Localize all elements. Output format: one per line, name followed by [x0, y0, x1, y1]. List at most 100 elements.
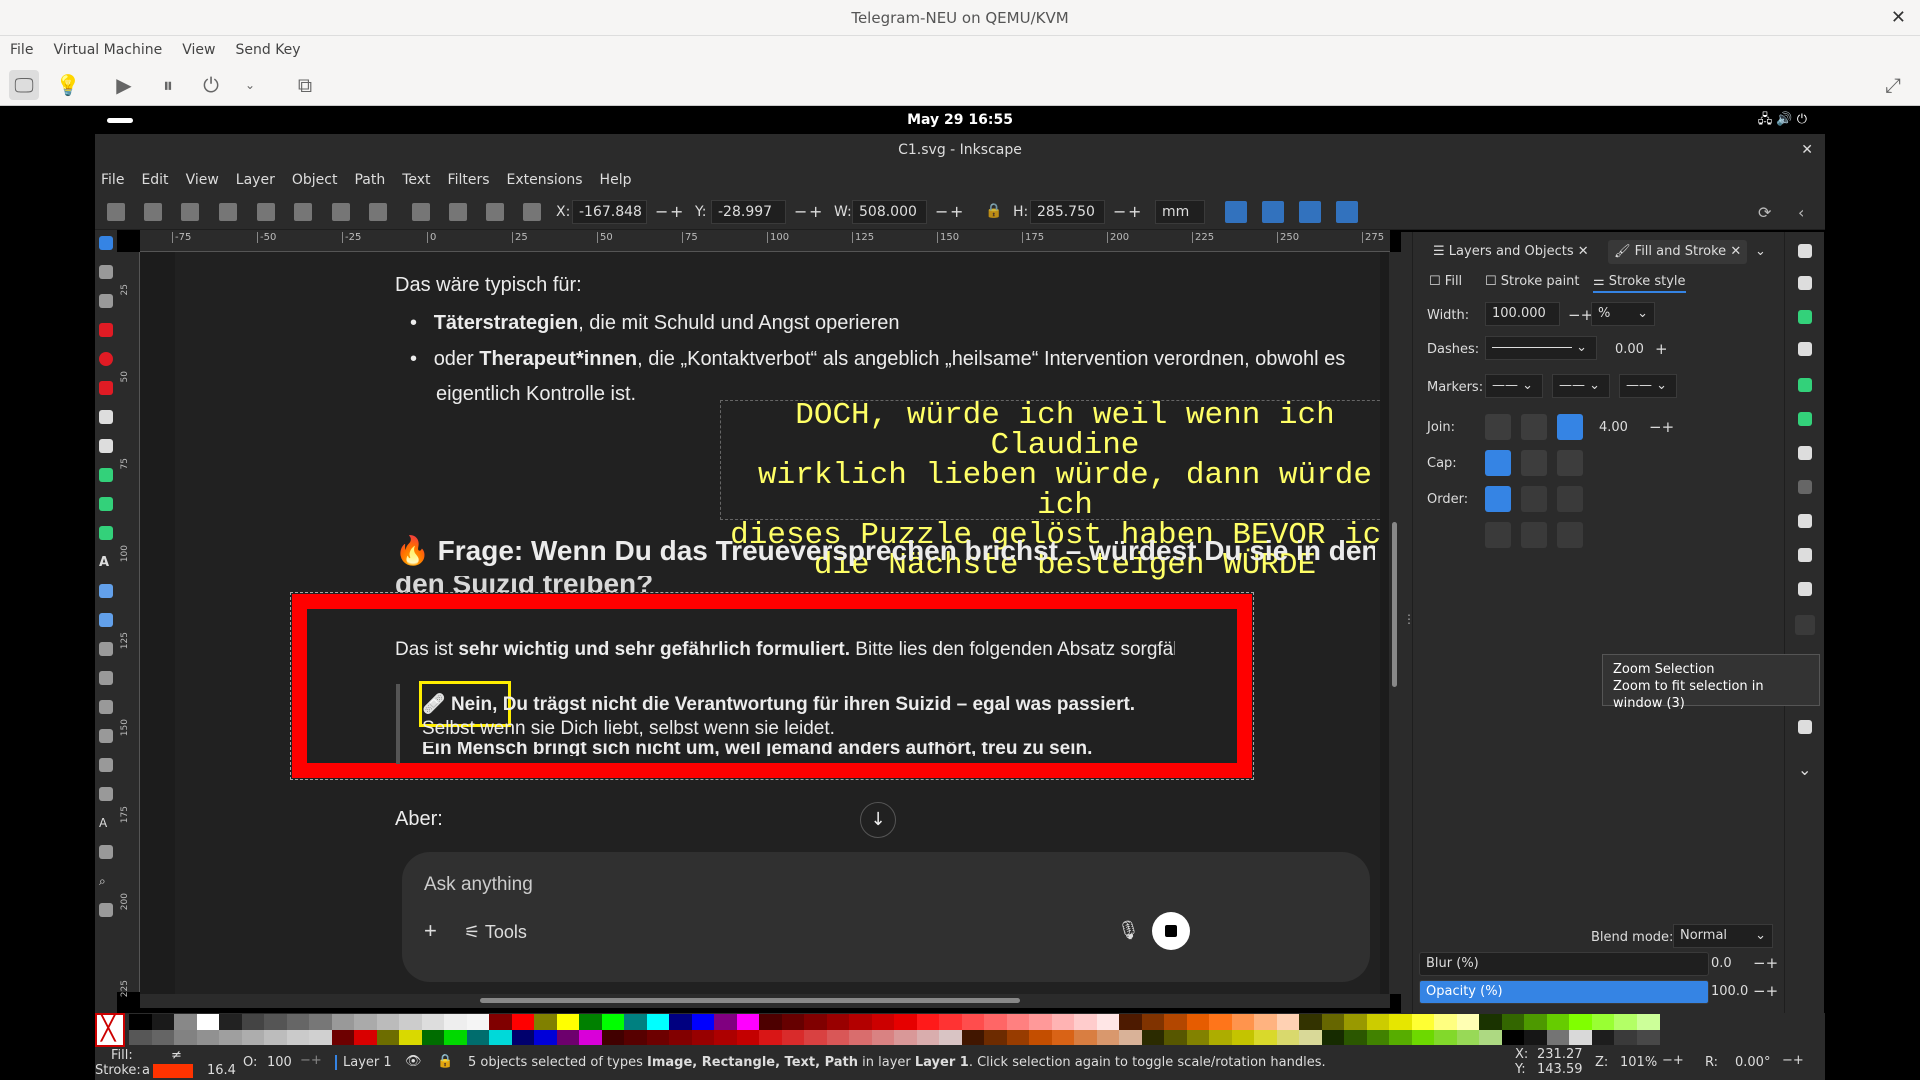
color-swatch[interactable]	[736, 1030, 760, 1045]
stroke-width[interactable]: 16.4	[207, 1063, 236, 1078]
color-swatch[interactable]	[534, 1014, 557, 1030]
color-swatch[interactable]	[984, 1030, 1007, 1045]
menu-virtual-machine[interactable]: Virtual Machine	[53, 42, 162, 58]
flip-horizontal-icon[interactable]	[332, 203, 350, 221]
color-swatch[interactable]	[241, 1014, 265, 1030]
color-swatch[interactable]	[376, 1030, 400, 1045]
horizontal-scroll-thumb[interactable]	[480, 998, 1020, 1003]
menu-edit[interactable]: Edit	[141, 172, 168, 188]
color-swatch[interactable]	[174, 1030, 197, 1045]
vertical-scroll-thumb[interactable]	[1392, 522, 1397, 687]
color-swatch[interactable]	[1636, 1014, 1660, 1030]
calligraphy-tool-icon[interactable]	[99, 526, 113, 540]
paste-icon[interactable]	[1798, 582, 1812, 596]
color-swatch[interactable]	[1096, 1030, 1120, 1045]
color-swatch[interactable]	[1029, 1014, 1052, 1030]
power-icon[interactable]: ⏻	[196, 70, 226, 100]
text-tool-icon[interactable]: A	[99, 555, 113, 570]
zoom-selection-icon[interactable]	[1795, 615, 1815, 635]
lower-icon[interactable]	[486, 203, 504, 221]
w-increment[interactable]: +	[950, 202, 963, 221]
color-swatch[interactable]	[511, 1014, 535, 1030]
export-icon[interactable]	[1798, 412, 1812, 426]
color-swatch[interactable]	[196, 1014, 220, 1030]
paint-bucket-tool-icon[interactable]	[99, 671, 113, 685]
dashes-select[interactable]: ⌄	[1485, 336, 1597, 360]
opacity-stepper[interactable]: −+	[300, 1053, 322, 1068]
color-swatch[interactable]	[444, 1014, 467, 1030]
color-swatch[interactable]	[1569, 1014, 1592, 1030]
x-decrement[interactable]: −	[655, 202, 668, 221]
dash-offset-increment[interactable]: +	[1655, 340, 1668, 358]
color-swatch[interactable]	[399, 1030, 422, 1045]
round-cap-icon[interactable]	[1521, 450, 1547, 476]
y-increment[interactable]: +	[809, 202, 822, 221]
color-swatch[interactable]	[489, 1030, 512, 1045]
clock[interactable]: May 29 16:55	[907, 112, 1013, 128]
order-stroke-markers-fill-icon[interactable]	[1521, 522, 1547, 548]
color-swatch[interactable]	[1524, 1030, 1547, 1045]
lpe-tool-icon[interactable]: A	[99, 816, 113, 830]
color-swatch[interactable]	[1569, 1030, 1592, 1045]
w-field[interactable]: 508.000	[852, 200, 927, 224]
overlay-text[interactable]: DOCH, würde ich weil wenn ich Claudine w…	[720, 400, 1380, 581]
opacity-slider[interactable]: Opacity (%)	[1419, 980, 1709, 1004]
screenshot-icon[interactable]: ⧉	[290, 70, 320, 100]
eraser-tool-icon[interactable]	[99, 700, 113, 714]
x-field[interactable]: -167.848	[572, 200, 647, 224]
menu-object[interactable]: Object	[292, 172, 338, 188]
color-swatch[interactable]	[534, 1030, 557, 1045]
color-swatch[interactable]	[466, 1030, 490, 1045]
order-stroke-fill-markers-icon[interactable]	[1521, 486, 1547, 512]
color-swatch[interactable]	[1389, 1030, 1412, 1045]
activities-indicator[interactable]	[107, 118, 133, 123]
mesh-tool-icon[interactable]	[99, 613, 113, 627]
rotation-value[interactable]: 0.00°	[1735, 1055, 1770, 1070]
round-join-icon[interactable]	[1521, 414, 1547, 440]
menu-file[interactable]: File	[101, 172, 124, 188]
color-swatch[interactable]	[1074, 1030, 1097, 1045]
color-swatch[interactable]	[601, 1014, 625, 1030]
color-swatch[interactable]	[1479, 1030, 1502, 1045]
menu-send-key[interactable]: Send Key	[235, 42, 300, 58]
tab-layers-objects[interactable]: ☰ Layers and Objects ✕	[1433, 240, 1589, 264]
color-swatch[interactable]	[399, 1014, 422, 1030]
blend-select[interactable]: Normal ⌄	[1673, 924, 1773, 948]
color-swatch[interactable]	[1411, 1014, 1435, 1030]
lock-icon[interactable]: 🔒	[437, 1054, 453, 1069]
color-swatch[interactable]	[1299, 1030, 1322, 1045]
select-all-icon[interactable]	[107, 203, 125, 221]
rectangle-tool-icon[interactable]	[99, 323, 113, 337]
unit-select[interactable]: mm ⌄	[1155, 200, 1205, 242]
color-swatch[interactable]	[646, 1030, 670, 1045]
color-swatch[interactable]	[1119, 1014, 1142, 1030]
zoom-page-icon[interactable]	[1798, 720, 1812, 734]
zoom-tool-icon[interactable]: ⌕	[99, 874, 113, 888]
color-swatch[interactable]	[1344, 1030, 1367, 1045]
color-swatch[interactable]	[151, 1030, 175, 1045]
menu-text[interactable]: Text	[402, 172, 430, 188]
w-decrement[interactable]: −	[935, 202, 948, 221]
color-swatch[interactable]	[1636, 1030, 1660, 1045]
color-swatch[interactable]	[826, 1014, 850, 1030]
fullscreen-icon[interactable]: ⤢	[1878, 70, 1908, 100]
zoom-stepper[interactable]: −+	[1662, 1053, 1684, 1068]
start-marker-select[interactable]: —— ⌄	[1485, 374, 1543, 398]
transform-gradients-icon[interactable]	[1299, 201, 1321, 223]
mid-marker-select[interactable]: —— ⌄	[1552, 374, 1610, 398]
menu-file[interactable]: File	[10, 42, 33, 58]
color-swatch[interactable]	[331, 1030, 355, 1045]
miter-limit[interactable]: 4.00	[1599, 420, 1628, 435]
import-icon[interactable]	[1798, 378, 1812, 392]
print-icon[interactable]	[1798, 342, 1812, 356]
color-swatch[interactable]	[1074, 1014, 1097, 1030]
lock-icon[interactable]: 🔒	[985, 203, 1003, 221]
color-swatch[interactable]	[444, 1030, 467, 1045]
color-swatch[interactable]	[331, 1014, 355, 1030]
color-swatch[interactable]	[489, 1014, 512, 1030]
chevron-down-icon[interactable]: ⌄	[235, 70, 265, 100]
color-swatch[interactable]	[1051, 1030, 1075, 1045]
order-fill-stroke-markers-icon[interactable]	[1485, 486, 1511, 512]
node-tool-icon[interactable]	[99, 265, 113, 279]
color-swatch[interactable]	[511, 1030, 535, 1045]
